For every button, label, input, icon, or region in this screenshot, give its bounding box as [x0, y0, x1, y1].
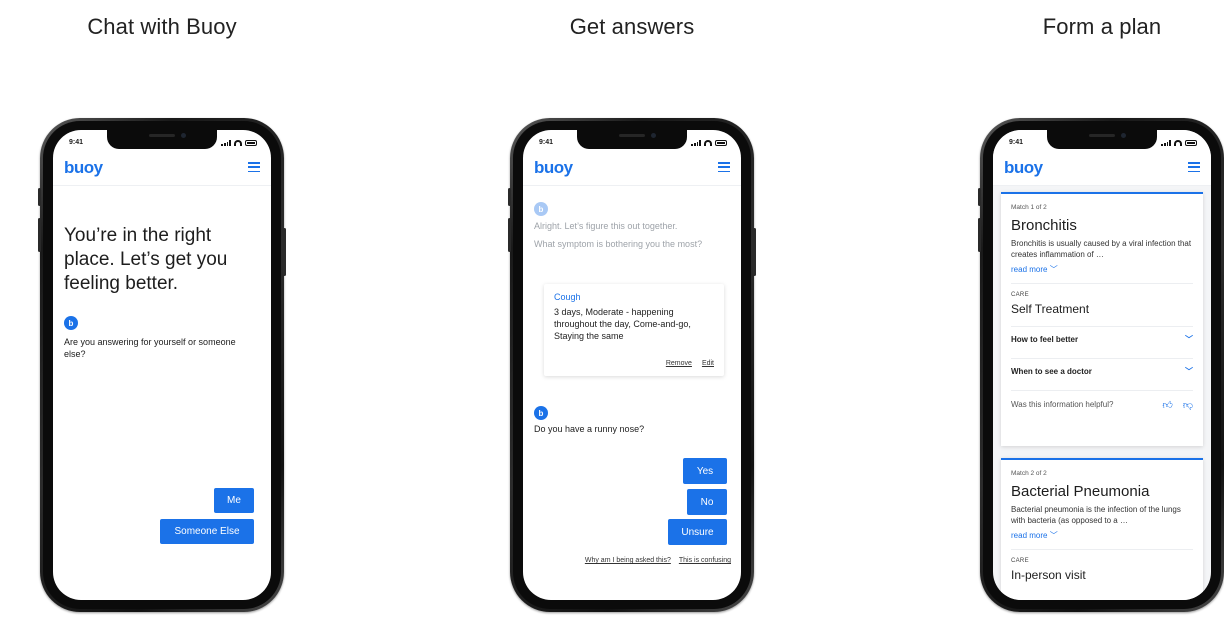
- wifi-icon: [1174, 140, 1182, 146]
- condition-description: Bacterial pneumonia is the infection of …: [1011, 505, 1181, 525]
- status-time: 9:41: [1009, 139, 1024, 146]
- care-type: In-person visit: [1011, 568, 1086, 582]
- confusing-link[interactable]: This is confusing: [679, 557, 731, 564]
- status-time: 9:41: [69, 139, 84, 146]
- remove-link[interactable]: Remove: [666, 360, 692, 367]
- feedback-row: Was this information helpful? 👍︎ 👎︎: [1011, 390, 1193, 418]
- match-label: Match 2 of 2: [1011, 470, 1047, 477]
- symptom-details: 3 days, Moderate - happening throughout …: [554, 307, 691, 341]
- app-header: buoy: [523, 156, 741, 186]
- battery-icon: [715, 140, 727, 146]
- battery-icon: [1185, 140, 1197, 146]
- signal-icon: [1161, 140, 1171, 146]
- unsure-button[interactable]: Unsure: [668, 519, 727, 545]
- status-time: 9:41: [539, 139, 554, 146]
- column-title-answers: Get answers: [569, 14, 695, 39]
- helpful-question: Was this information helpful?: [1011, 400, 1114, 409]
- welcome-headline: You’re in the right place. Let’s get you…: [64, 225, 228, 294]
- match-card-2: Match 2 of 2 Bacterial Pneumonia Bacteri…: [1001, 458, 1203, 600]
- chevron-down-icon: ﹀: [1049, 531, 1058, 540]
- yes-button[interactable]: Yes: [683, 458, 727, 484]
- symptom-title: Cough: [554, 292, 581, 302]
- condition-name: Bacterial Pneumonia: [1011, 483, 1150, 500]
- why-asked-link[interactable]: Why am I being asked this?: [585, 557, 671, 564]
- someone-else-button[interactable]: Someone Else: [160, 519, 254, 544]
- menu-icon[interactable]: [248, 162, 260, 172]
- phone-chat: 9:41 buoy You’re in the right place. Let…: [38, 118, 286, 612]
- signal-icon: [221, 140, 231, 146]
- condition-name: Bronchitis: [1011, 217, 1077, 234]
- phone-plan: 9:41 buoy Match 1 of 2 Bronchitis Bronch…: [978, 118, 1224, 612]
- match-label: Match 1 of 2: [1011, 204, 1047, 211]
- me-button[interactable]: Me: [214, 488, 254, 513]
- buoy-avatar: b: [534, 202, 548, 216]
- app-header: buoy: [993, 150, 1211, 186]
- symptom-card: Cough 3 days, Moderate - happening throu…: [544, 284, 724, 376]
- chevron-down-icon: ﹀: [1185, 367, 1193, 376]
- wifi-icon: [704, 140, 712, 146]
- buoy-logo[interactable]: buoy: [64, 158, 103, 178]
- chat-prompt: What symptom is bothering you the most?: [534, 239, 703, 249]
- phone-screen: 9:41 buoy b Alright. Let’s figure this o…: [523, 130, 741, 600]
- chevron-down-icon: ﹀: [1185, 335, 1193, 344]
- battery-icon: [245, 140, 257, 146]
- phone-answers: 9:41 buoy b Alright. Let’s figure this o…: [508, 118, 756, 612]
- buoy-avatar: b: [64, 316, 78, 330]
- chevron-down-icon: ﹀: [1049, 265, 1058, 274]
- menu-icon[interactable]: [1188, 162, 1200, 172]
- thumbs-down-icon[interactable]: 👎︎: [1183, 399, 1193, 411]
- care-type: Self Treatment: [1011, 302, 1090, 316]
- app-header: buoy: [53, 156, 271, 186]
- how-to-feel-better-row[interactable]: How to feel better ﹀: [1011, 326, 1193, 352]
- condition-description: Bronchitis is usually caused by a viral …: [1011, 239, 1192, 259]
- buoy-avatar: b: [534, 406, 548, 420]
- chat-question: Are you answering for yourself or someon…: [64, 337, 236, 359]
- edit-link[interactable]: Edit: [702, 360, 714, 367]
- wifi-icon: [234, 140, 242, 146]
- care-label: CARE: [1011, 558, 1029, 564]
- chat-question: Do you have a runny nose?: [534, 424, 645, 434]
- thumbs-up-icon[interactable]: 👍︎: [1162, 399, 1172, 411]
- buoy-logo[interactable]: buoy: [1004, 158, 1043, 178]
- column-title-plan: Form a plan: [1042, 14, 1162, 39]
- when-to-see-doctor-row[interactable]: When to see a doctor ﹀: [1011, 358, 1193, 384]
- chat-intro: Alright. Let’s figure this out together.: [534, 221, 678, 231]
- read-more-link[interactable]: read more ﹀: [1011, 264, 1193, 275]
- phone-screen: 9:41 buoy You’re in the right place. Let…: [53, 130, 271, 600]
- column-title-chat: Chat with Buoy: [87, 14, 237, 39]
- read-more-link[interactable]: read more ﹀: [1011, 530, 1193, 541]
- care-label: CARE: [1011, 292, 1029, 298]
- phone-screen: 9:41 buoy Match 1 of 2 Bronchitis Bronch…: [993, 130, 1211, 600]
- signal-icon: [691, 140, 701, 146]
- match-card-1: Match 1 of 2 Bronchitis Bronchitis is us…: [1001, 192, 1203, 446]
- menu-icon[interactable]: [718, 162, 730, 172]
- buoy-logo[interactable]: buoy: [534, 158, 573, 178]
- no-button[interactable]: No: [687, 489, 727, 515]
